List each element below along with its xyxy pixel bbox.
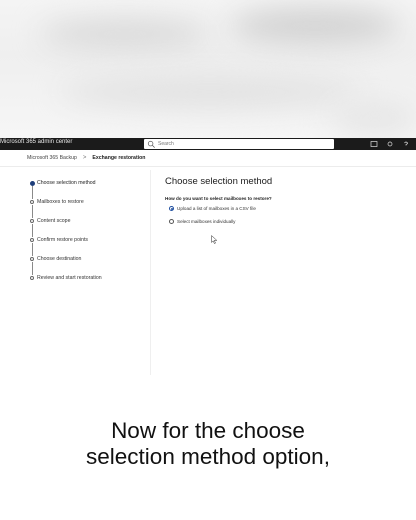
app-top-bar: Microsoft 365 admin center bbox=[0, 138, 416, 150]
option-label[interactable]: Upload a list of mailboxes in a CSV file bbox=[177, 206, 256, 211]
blur-shape bbox=[60, 75, 360, 109]
search-box[interactable] bbox=[144, 139, 334, 149]
breadcrumb-current: Exchange restoration bbox=[92, 155, 146, 161]
step-indicator bbox=[30, 238, 34, 242]
step-confirm-restore-points[interactable]: Confirm restore points bbox=[28, 235, 148, 256]
blur-shape bbox=[330, 100, 416, 136]
step-label: Content scope bbox=[37, 218, 71, 224]
app-title: Microsoft 365 admin center bbox=[0, 139, 73, 145]
step-label: Choose destination bbox=[37, 256, 82, 262]
page-title: Choose selection method bbox=[165, 176, 273, 187]
step-label: Choose selection method bbox=[37, 180, 96, 186]
blurred-background bbox=[0, 0, 416, 138]
search-icon bbox=[147, 140, 155, 148]
video-caption: Now for the choose selection method opti… bbox=[0, 418, 416, 470]
step-choose-selection-method[interactable]: Choose selection method bbox=[28, 178, 148, 199]
caption-line-2: selection method option, bbox=[86, 444, 330, 469]
radio-button-selected[interactable] bbox=[169, 206, 174, 211]
step-indicator bbox=[30, 257, 34, 261]
step-label: Review and start restoration bbox=[37, 275, 102, 281]
step-indicator bbox=[30, 219, 34, 223]
step-review-and-start-restoration[interactable]: Review and start restoration bbox=[28, 273, 148, 292]
step-choose-destination[interactable]: Choose destination bbox=[28, 254, 148, 275]
panel-divider bbox=[150, 170, 151, 375]
mouse-cursor-icon bbox=[211, 235, 218, 244]
breadcrumb-link-backup[interactable]: Microsoft 365 Backup bbox=[27, 155, 77, 161]
app-launcher-icon[interactable] bbox=[370, 140, 378, 148]
option-select-individually[interactable]: Select mailboxes individually bbox=[165, 217, 405, 227]
step-indicator bbox=[30, 276, 34, 280]
step-label: Mailboxes to restore bbox=[37, 199, 84, 205]
option-label[interactable]: Select mailboxes individually bbox=[177, 219, 235, 224]
selection-question: How do you want to select mailboxes to r… bbox=[165, 196, 272, 201]
step-indicator bbox=[30, 200, 34, 204]
step-mailboxes-to-restore[interactable]: Mailboxes to restore bbox=[28, 197, 148, 218]
search-input[interactable] bbox=[156, 141, 318, 147]
radio-button[interactable] bbox=[169, 219, 174, 224]
wizard-steps: Choose selection method Mailboxes to res… bbox=[28, 178, 148, 292]
step-label: Confirm restore points bbox=[37, 237, 89, 243]
blur-shape bbox=[230, 8, 400, 44]
step-content-scope[interactable]: Content scope bbox=[28, 216, 148, 237]
blur-shape bbox=[40, 20, 210, 48]
breadcrumb-separator: > bbox=[82, 155, 87, 161]
breadcrumb: Microsoft 365 Backup > Exchange restorat… bbox=[0, 150, 416, 167]
settings-icon[interactable] bbox=[386, 140, 394, 148]
step-indicator-active bbox=[29, 180, 35, 186]
caption-line-1: Now for the choose bbox=[111, 418, 305, 443]
option-upload-csv[interactable]: Upload a list of mailboxes in a CSV file bbox=[165, 204, 405, 214]
main-panel: Choose selection method How do you want … bbox=[165, 176, 405, 227]
help-icon[interactable] bbox=[402, 140, 410, 148]
